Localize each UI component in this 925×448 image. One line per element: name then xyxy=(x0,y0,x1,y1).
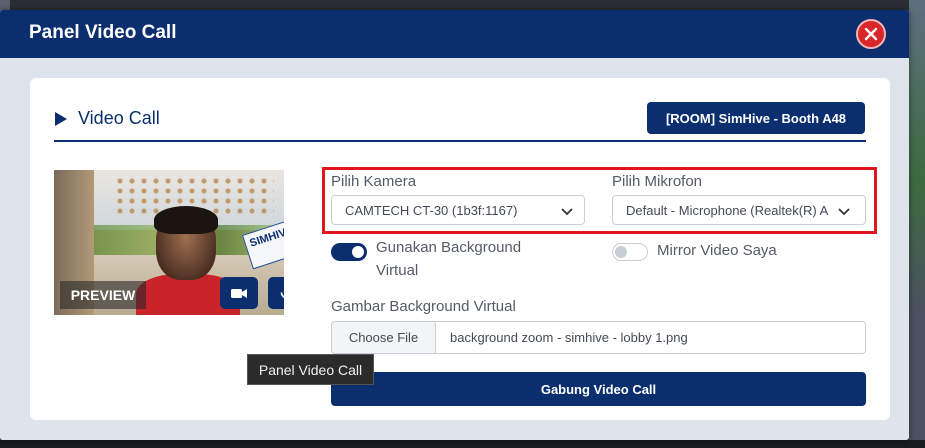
video-camera-icon xyxy=(231,289,247,298)
mirror-video-toggle[interactable] xyxy=(612,243,648,261)
close-icon xyxy=(864,27,878,41)
choose-file-button[interactable]: Choose File xyxy=(332,322,436,353)
background-bottom-edge xyxy=(0,440,925,448)
video-call-card: Video Call [ROOM] SimHive - Booth A48 SI… xyxy=(30,78,890,420)
video-call-modal: Panel Video Call Video Call [ROOM] SimHi… xyxy=(0,10,909,440)
chevron-down-icon xyxy=(838,208,850,216)
camera-label: Pilih Kamera xyxy=(331,173,417,190)
background-file-input[interactable]: Choose File background zoom - simhive - … xyxy=(331,321,866,354)
microphone-toggle-button[interactable] xyxy=(268,277,284,309)
background-image-label: Gambar Background Virtual xyxy=(331,298,516,315)
video-preview: SIMHIVE PREVIEW xyxy=(54,170,284,315)
camera-toggle-button[interactable] xyxy=(220,277,258,309)
microphone-label: Pilih Mikrofon xyxy=(612,173,703,190)
microphone-icon xyxy=(280,292,284,299)
camera-select[interactable]: CAMTECH CT-30 (1b3f:1167) xyxy=(331,195,585,225)
microphone-select-value: Default - Microphone (Realtek(R) A xyxy=(626,202,829,218)
mirror-video-label: Mirror Video Saya xyxy=(657,242,777,259)
tooltip: Panel Video Call xyxy=(247,354,374,385)
background-right-edge xyxy=(909,0,925,448)
virtual-background-label: Gunakan Background Virtual xyxy=(376,236,521,282)
microphone-select[interactable]: Default - Microphone (Realtek(R) A xyxy=(612,195,866,225)
modal-header: Panel Video Call xyxy=(0,10,909,58)
close-button[interactable] xyxy=(856,19,886,49)
modal-title: Panel Video Call xyxy=(29,22,177,43)
chevron-down-icon xyxy=(561,208,573,216)
virtual-background-label-line2: Virtual xyxy=(376,262,419,279)
virtual-background-toggle[interactable] xyxy=(331,243,367,261)
section-divider xyxy=(54,140,866,142)
preview-person-hair xyxy=(154,206,218,234)
section-header: Video Call xyxy=(54,108,160,129)
camera-select-value: CAMTECH CT-30 (1b3f:1167) xyxy=(345,202,518,218)
virtual-background-label-line1: Gunakan Background xyxy=(376,239,522,256)
toggle-knob xyxy=(615,246,627,258)
room-badge[interactable]: [ROOM] SimHive - Booth A48 xyxy=(647,102,865,134)
toggle-knob xyxy=(352,246,364,258)
selected-file-name: background zoom - simhive - lobby 1.png xyxy=(450,330,688,345)
join-video-call-button[interactable]: Gabung Video Call xyxy=(331,372,866,406)
preview-label: PREVIEW xyxy=(60,281,146,309)
play-icon xyxy=(55,111,67,126)
section-title: Video Call xyxy=(78,108,160,128)
